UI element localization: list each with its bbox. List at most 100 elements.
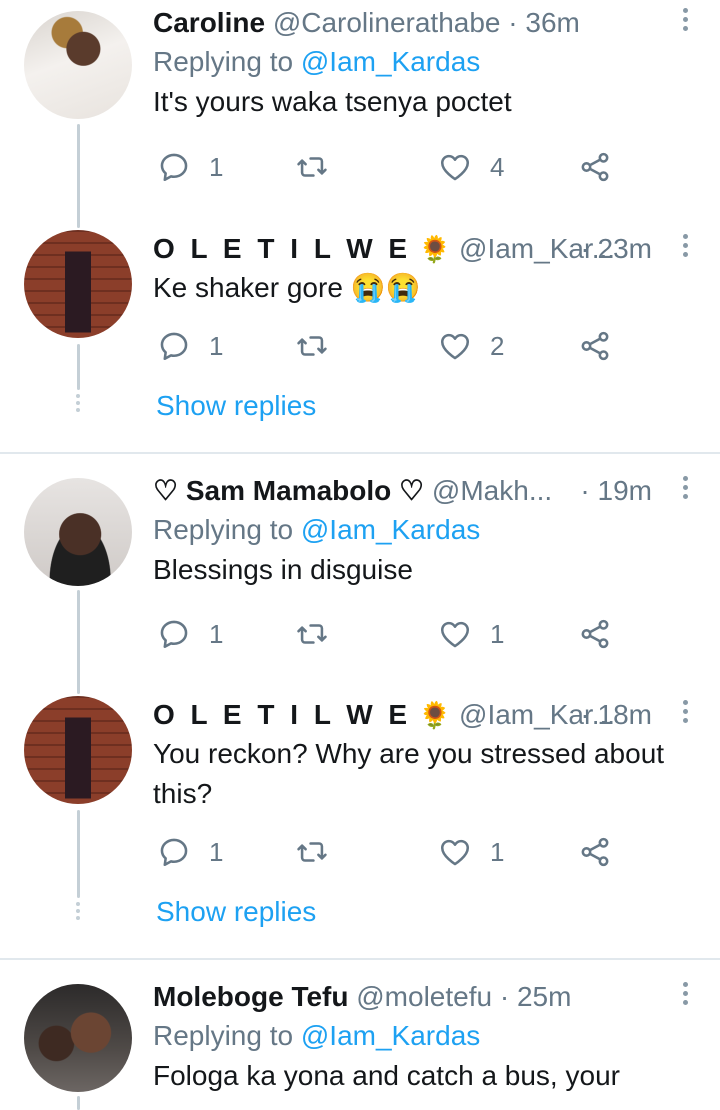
- tweet-text: You reckon? Why are you stressed about t…: [153, 738, 665, 809]
- show-replies-link[interactable]: Show replies: [156, 390, 316, 422]
- retweet-button[interactable]: [295, 326, 329, 366]
- tweet-header: O L E T I L W E 🌻 @Iam_Kar... · 18m: [153, 696, 698, 734]
- tweet-text: Ke shaker gore 😭😭: [153, 272, 421, 303]
- share-button[interactable]: [578, 147, 612, 187]
- timestamp: · 25m: [499, 981, 572, 1012]
- retweet-button[interactable]: [295, 832, 329, 872]
- more-options-icon[interactable]: [682, 8, 688, 35]
- share-icon: [581, 619, 609, 649]
- sunflower-emoji: 🌻: [418, 700, 452, 730]
- mention-link[interactable]: @Iam_Kardas: [301, 1020, 480, 1051]
- reply-count: 1: [209, 836, 224, 867]
- retweet-button[interactable]: [295, 614, 329, 654]
- tweet[interactable]: ♡ Sam Mamabolo ♡ @Makh... · 19m Replying…: [0, 466, 720, 696]
- like-icon: [440, 621, 470, 648]
- share-icon: [581, 152, 609, 182]
- display-name[interactable]: Caroline: [153, 7, 265, 38]
- reply-icon: [160, 332, 188, 361]
- tweet-text: It's yours waka tsenya poctet: [153, 86, 512, 117]
- timestamp: · 19m: [580, 475, 652, 506]
- retweet-icon: [297, 336, 327, 356]
- like-count: 2: [490, 330, 505, 361]
- share-button[interactable]: [578, 326, 612, 366]
- tweet-header: ♡ Sam Mamabolo ♡ @Makh... · 19m: [153, 472, 698, 510]
- thread-dots: [75, 394, 81, 415]
- like-button[interactable]: 1: [438, 832, 504, 872]
- like-button[interactable]: 2: [438, 326, 504, 366]
- reply-button[interactable]: 1: [157, 326, 223, 366]
- like-count: 4: [490, 151, 505, 182]
- like-icon: [440, 839, 470, 866]
- show-replies-link[interactable]: Show replies: [156, 896, 316, 928]
- like-button[interactable]: 1: [438, 614, 504, 654]
- retweet-button[interactable]: [295, 147, 329, 187]
- reply-button[interactable]: 1: [157, 147, 223, 187]
- reply-icon: [160, 153, 188, 182]
- timestamp: · 18m: [580, 699, 652, 730]
- reply-button[interactable]: 1: [157, 614, 223, 654]
- more-options-icon[interactable]: [682, 234, 688, 261]
- sunflower-emoji: 🌻: [418, 234, 452, 264]
- thread-dots: [75, 902, 81, 923]
- retweet-icon: [297, 157, 327, 177]
- like-button[interactable]: 4: [438, 147, 504, 187]
- avatar[interactable]: [24, 984, 132, 1092]
- display-name[interactable]: ♡ Sam Mamabolo ♡: [153, 475, 424, 506]
- like-icon: [440, 333, 470, 360]
- more-options-icon[interactable]: [682, 982, 688, 1009]
- share-button[interactable]: [578, 832, 612, 872]
- tweet-actions: 1 1: [153, 614, 623, 654]
- user-handle[interactable]: @Carolinerathabe: [273, 7, 501, 38]
- replying-to: Replying to @Iam_Kardas: [153, 514, 481, 545]
- more-options-icon[interactable]: [682, 476, 688, 503]
- thread-line: [77, 810, 80, 898]
- user-handle[interactable]: @Makh...: [432, 475, 552, 506]
- thread-line: [77, 590, 80, 694]
- share-button[interactable]: [578, 614, 612, 654]
- tweet-actions: 1 1: [153, 832, 623, 872]
- display-name[interactable]: O L E T I L W E: [153, 699, 411, 730]
- tweet-header: Moleboge Tefu @moletefu · 25m: [153, 978, 698, 1016]
- tweet[interactable]: O L E T I L W E 🌻 @Iam_Kar... · 23m Ke s…: [0, 230, 720, 452]
- replying-to: Replying to @Iam_Kardas: [153, 1020, 481, 1051]
- reply-icon: [160, 838, 188, 867]
- mention-link[interactable]: @Iam_Kardas: [301, 514, 480, 545]
- timestamp: · 23m: [580, 233, 652, 264]
- tweet-header: Caroline @Carolinerathabe · 36m: [153, 4, 698, 42]
- avatar[interactable]: [24, 11, 132, 119]
- avatar[interactable]: [24, 696, 132, 804]
- tweet-header: O L E T I L W E 🌻 @Iam_Kar... · 23m: [153, 230, 698, 268]
- divider: [0, 958, 720, 960]
- reply-count: 1: [209, 330, 224, 361]
- retweet-icon: [297, 624, 327, 644]
- share-icon: [581, 837, 609, 867]
- tweet[interactable]: Caroline @Carolinerathabe · 36m Replying…: [0, 0, 720, 230]
- reply-count: 1: [209, 618, 224, 649]
- reply-icon: [160, 620, 188, 649]
- tweet[interactable]: O L E T I L W E 🌻 @Iam_Kar... · 18m You …: [0, 696, 720, 958]
- more-options-icon[interactable]: [682, 700, 688, 727]
- display-name[interactable]: Moleboge Tefu: [153, 981, 348, 1012]
- retweet-icon: [297, 842, 327, 862]
- thread-line: [77, 344, 80, 390]
- share-icon: [581, 331, 609, 361]
- display-name[interactable]: O L E T I L W E: [153, 233, 411, 264]
- thread-line: [77, 1096, 80, 1110]
- replying-to: Replying to @Iam_Kardas: [153, 46, 481, 77]
- thread-line: [77, 124, 80, 228]
- reply-button[interactable]: 1: [157, 832, 223, 872]
- like-icon: [440, 154, 470, 181]
- tweet-text: Fologa ka yona and catch a bus, your: [153, 1060, 620, 1091]
- user-handle[interactable]: @moletefu: [356, 981, 492, 1012]
- like-count: 1: [490, 836, 505, 867]
- mention-link[interactable]: @Iam_Kardas: [301, 46, 480, 77]
- reply-count: 1: [209, 151, 224, 182]
- tweet-text: Blessings in disguise: [153, 554, 413, 585]
- avatar[interactable]: [24, 230, 132, 338]
- tweet[interactable]: Moleboge Tefu @moletefu · 25m Replying t…: [0, 972, 720, 1110]
- avatar[interactable]: [24, 478, 132, 586]
- tweet-actions: 1 2: [153, 326, 623, 366]
- timestamp: · 36m: [508, 7, 580, 38]
- tweet-actions: 1 4: [153, 147, 623, 187]
- divider: [0, 452, 720, 454]
